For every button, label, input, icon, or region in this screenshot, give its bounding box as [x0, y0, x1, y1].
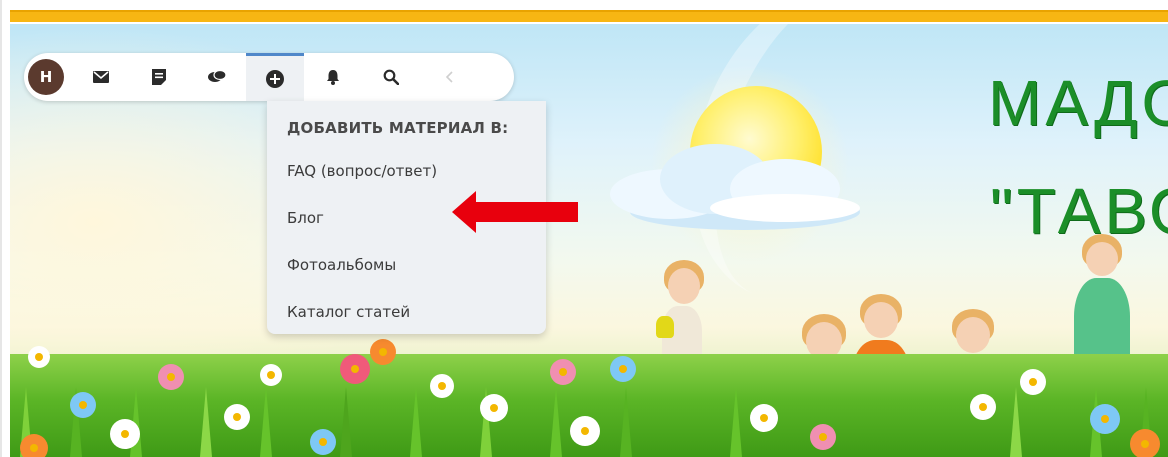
note-icon	[152, 69, 166, 85]
avatar-letter: Н	[39, 68, 53, 86]
banner-title-line1: МАДО	[988, 67, 1168, 139]
chat-icon	[208, 70, 226, 84]
dropdown-header: ДОБАВИТЬ МАТЕРИАЛ В:	[287, 119, 509, 137]
add-circle-icon	[266, 69, 284, 88]
user-toolbar: Н	[24, 53, 514, 101]
search-icon	[383, 69, 399, 85]
cloud-image	[710, 194, 860, 222]
user-avatar-button[interactable]: Н	[28, 59, 64, 95]
messages-button[interactable]	[72, 53, 130, 101]
notifications-button[interactable]	[304, 53, 362, 101]
notes-button[interactable]	[130, 53, 188, 101]
collapse-button[interactable]	[420, 53, 478, 101]
menu-item-article-catalog[interactable]: Каталог статей	[287, 288, 546, 335]
add-material-button[interactable]	[246, 53, 304, 101]
red-pointer-arrow-icon	[452, 191, 578, 233]
bell-icon	[325, 69, 341, 85]
chevron-left-icon	[445, 71, 453, 83]
chat-button[interactable]	[188, 53, 246, 101]
top-accent-bar	[10, 10, 1168, 22]
menu-item-faq[interactable]: FAQ (вопрос/ответ)	[287, 147, 546, 194]
menu-item-photo-albums[interactable]: Фотоальбомы	[287, 241, 546, 288]
page-frame: МАДО "ТАВО	[0, 0, 1168, 457]
mail-icon	[93, 71, 109, 83]
search-button[interactable]	[362, 53, 420, 101]
